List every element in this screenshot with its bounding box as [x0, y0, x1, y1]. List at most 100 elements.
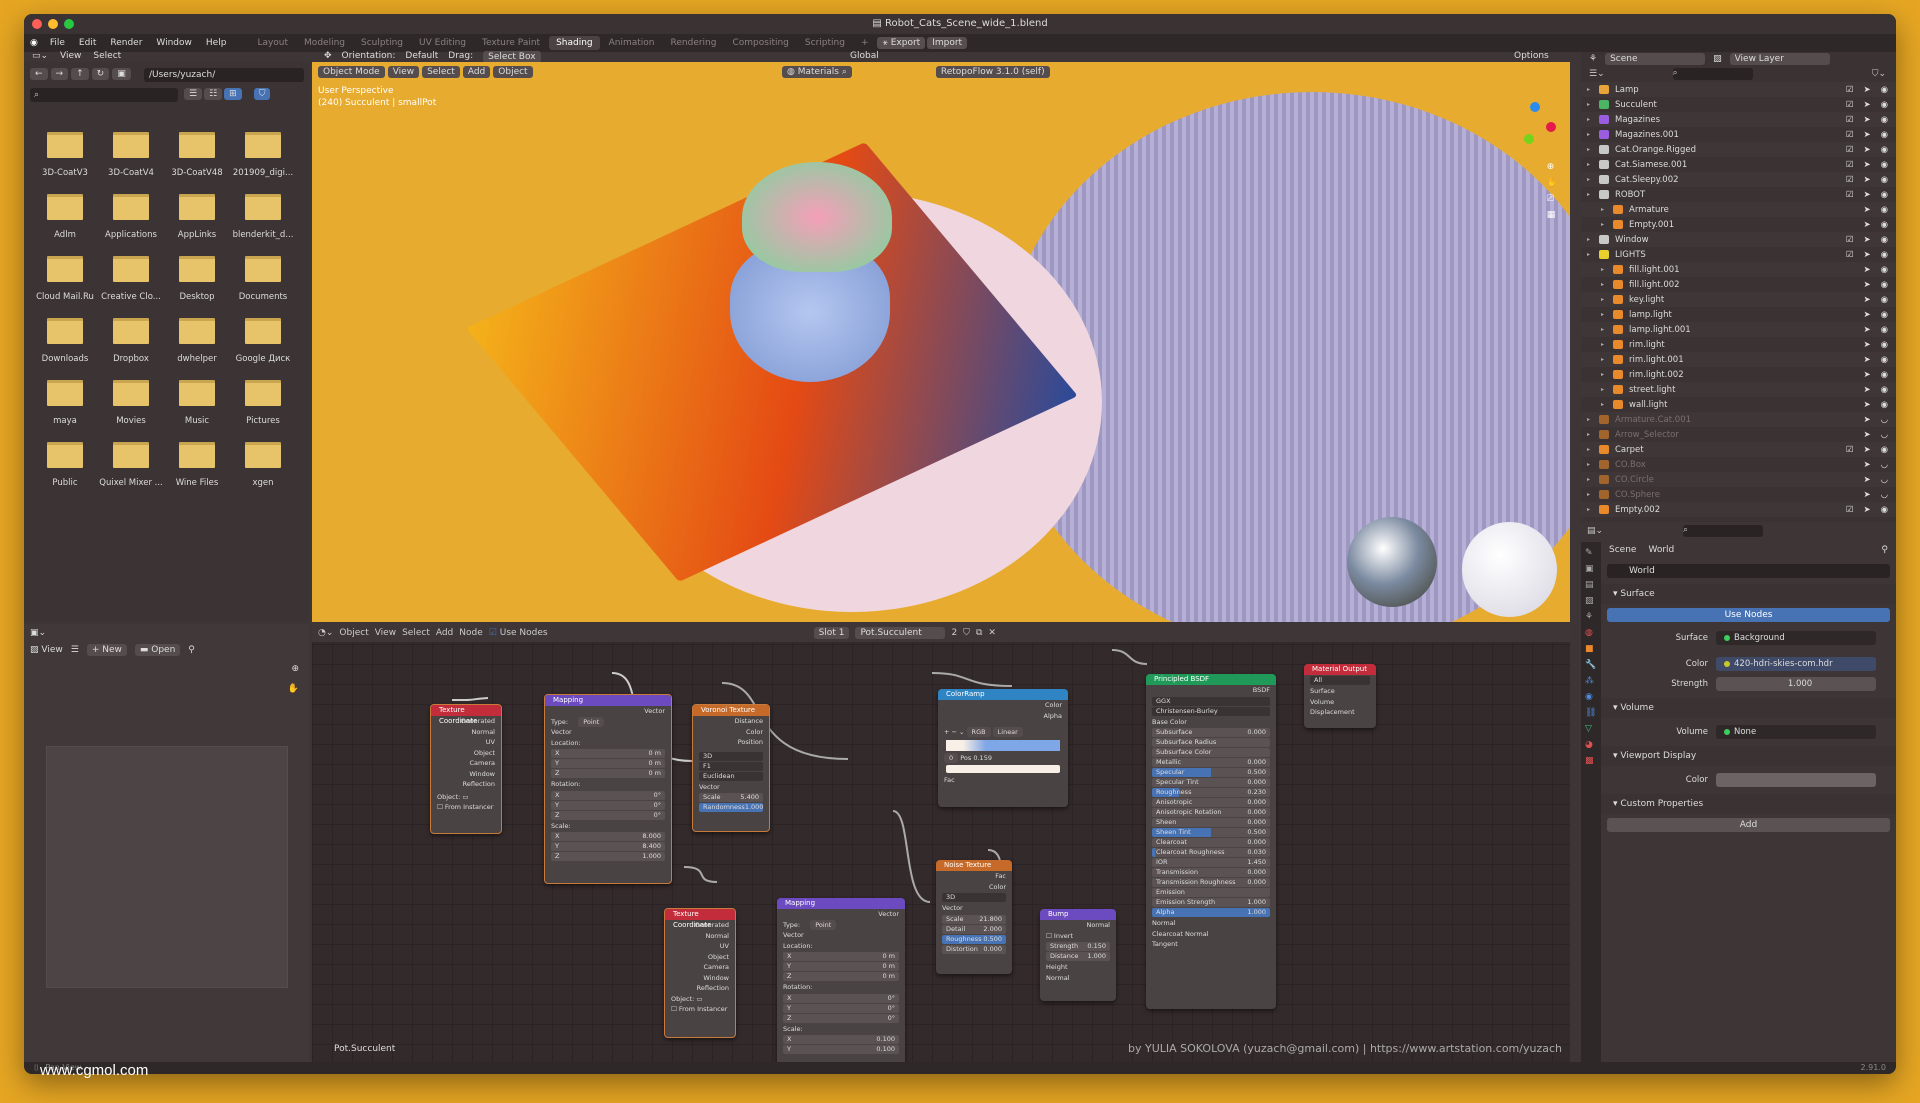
invert-checkbox[interactable]: ☐ Invert: [1040, 931, 1116, 942]
socket-out-reflection[interactable]: Reflection: [665, 983, 735, 994]
select-arrow-icon[interactable]: ➤: [1863, 385, 1870, 395]
visibility-eye-icon[interactable]: ◡: [1881, 475, 1888, 485]
navigation-gizmo[interactable]: [1516, 102, 1556, 144]
outliner-item[interactable]: ▸ lamp.light.001 ➤ ◉: [1581, 322, 1896, 337]
transform-orientation-dropdown[interactable]: Global: [850, 51, 879, 61]
outliner-item[interactable]: ▸ Cat.Sleepy.002 ☑ ➤ ◉: [1581, 172, 1896, 187]
select-arrow-icon[interactable]: ➤: [1863, 355, 1870, 365]
socket-in-base-color[interactable]: Base Color: [1146, 717, 1276, 728]
select-arrow-icon[interactable]: ➤: [1863, 145, 1870, 155]
folder-item[interactable]: Google Диск: [230, 318, 296, 364]
rot-y[interactable]: Y 0°: [783, 1003, 899, 1013]
expand-icon[interactable]: ▸: [1601, 311, 1613, 318]
exclude-checkbox[interactable]: ☑: [1846, 235, 1854, 245]
randomness-field[interactable]: Randomness 1.000: [699, 803, 763, 812]
socket-out-uv[interactable]: UV: [431, 737, 501, 748]
visibility-eye-icon[interactable]: ◉: [1881, 265, 1888, 275]
visibility-eye-icon[interactable]: ◉: [1881, 400, 1888, 410]
outliner-item[interactable]: ▸ Magazines ☑ ➤ ◉: [1581, 112, 1896, 127]
folder-item[interactable]: Documents: [230, 256, 296, 302]
folder-item[interactable]: Downloads: [32, 318, 98, 364]
socket-in-fac[interactable]: Fac: [938, 775, 1068, 786]
folder-item[interactable]: Public: [32, 442, 98, 488]
scale-x[interactable]: X 8.000: [551, 832, 665, 841]
ie-view-menu[interactable]: ▨ View: [30, 645, 63, 655]
socket-in-normal[interactable]: Normal: [1146, 918, 1276, 929]
open-image-button[interactable]: ▬ Open: [134, 644, 181, 656]
socket-out-uv[interactable]: UV: [665, 941, 735, 952]
expand-icon[interactable]: ▸: [1601, 266, 1613, 273]
exclude-checkbox[interactable]: ☑: [1846, 100, 1854, 110]
bsdf-subsurface-radius-field[interactable]: Subsurface Radius: [1152, 738, 1270, 747]
viewport-display-section[interactable]: ▾ Viewport Display: [1601, 746, 1896, 766]
physics-tab-icon[interactable]: ◉: [1585, 692, 1597, 702]
bsdf-sheen-tint-field[interactable]: Sheen Tint 0.500: [1152, 828, 1270, 837]
parent-dir-icon[interactable]: ↑: [71, 68, 89, 80]
socket-out-vector[interactable]: Vector: [777, 909, 905, 920]
outliner-item[interactable]: ▸ ROBOT ☑ ➤ ◉: [1581, 187, 1896, 202]
folder-item[interactable]: Desktop: [164, 256, 230, 302]
socket-out-normal[interactable]: Normal: [665, 931, 735, 942]
metric-dropdown[interactable]: Euclidean: [699, 771, 763, 781]
properties-type-icon[interactable]: ▤⌄: [1587, 526, 1603, 536]
bsdf-transmission-field[interactable]: Transmission 0.000: [1152, 868, 1270, 877]
noise-scale-field[interactable]: Scale 21.800: [942, 914, 1006, 924]
image-canvas[interactable]: [46, 746, 288, 988]
distance-field[interactable]: Distance 1.000: [1046, 952, 1110, 961]
vertical-list-icon[interactable]: ☰: [184, 88, 203, 100]
visibility-eye-icon[interactable]: ◉: [1881, 445, 1888, 455]
expand-icon[interactable]: ▸: [1587, 491, 1599, 498]
outliner-item[interactable]: ▸ Succulent ☑ ➤ ◉: [1581, 97, 1896, 112]
vp-menu-select[interactable]: Select: [422, 66, 460, 78]
visibility-eye-icon[interactable]: ◉: [1881, 310, 1888, 320]
outliner-item[interactable]: ▸ Lamp ☑ ➤ ◉: [1581, 82, 1896, 97]
fb-menu-select[interactable]: Select: [93, 51, 121, 61]
select-arrow-icon[interactable]: ➤: [1863, 400, 1870, 410]
bsdf-clearcoat-roughness-field[interactable]: Clearcoat Roughness 0.030: [1152, 848, 1270, 857]
custom-properties-section[interactable]: ▾ Custom Properties: [1601, 794, 1896, 814]
scale-y[interactable]: Y 0.100: [783, 1045, 899, 1054]
expand-icon[interactable]: ▸: [1587, 131, 1599, 138]
object-picker[interactable]: Object: ▭: [665, 994, 735, 1005]
horizontal-list-icon[interactable]: ☷: [204, 88, 223, 100]
refresh-icon[interactable]: ↻: [91, 68, 110, 80]
exclude-checkbox[interactable]: ☑: [1846, 505, 1854, 515]
expand-icon[interactable]: ▸: [1601, 221, 1613, 228]
bsdf-subsurface-color-field[interactable]: Subsurface Color: [1152, 748, 1270, 757]
color-mode-dropdown[interactable]: RGB: [966, 727, 991, 737]
pin-icon[interactable]: ⚲: [188, 645, 195, 655]
select-arrow-icon[interactable]: ➤: [1863, 265, 1870, 275]
tab-uv-editing[interactable]: UV Editing: [412, 36, 473, 50]
socket-out-color[interactable]: Color: [936, 882, 1012, 893]
minimize-button[interactable]: [48, 19, 58, 29]
node-mapping-2[interactable]: Mapping Vector Type: Point Vector Locati…: [777, 898, 905, 1062]
outliner-item[interactable]: ▸ street.light ➤ ◉: [1581, 382, 1896, 397]
visibility-eye-icon[interactable]: ◉: [1881, 370, 1888, 380]
expand-icon[interactable]: ▸: [1587, 191, 1599, 198]
rot-z[interactable]: Z 0°: [551, 810, 665, 820]
node-bump[interactable]: Bump Normal ☐ Invert Strength 0.150 Dista…: [1040, 909, 1116, 1001]
pin-icon[interactable]: ⚲: [1881, 545, 1888, 555]
bsdf-metallic-field[interactable]: Metallic 0.000: [1152, 758, 1270, 767]
exclude-checkbox[interactable]: ☑: [1846, 190, 1854, 200]
stop-position[interactable]: 0.159: [973, 754, 992, 762]
loc-y[interactable]: Y0 m: [783, 962, 899, 971]
viewport-color-swatch[interactable]: [1716, 773, 1876, 787]
mapping-type-dropdown[interactable]: Point: [810, 919, 837, 930]
select-arrow-icon[interactable]: ➤: [1863, 175, 1870, 185]
rot-z[interactable]: Z 0°: [783, 1013, 899, 1023]
outliner-search-input[interactable]: ⌕: [1672, 68, 1753, 80]
exclude-checkbox[interactable]: ☑: [1846, 160, 1854, 170]
visibility-eye-icon[interactable]: ◉: [1881, 175, 1888, 185]
world-selector[interactable]: World: [1607, 564, 1890, 578]
select-arrow-icon[interactable]: ➤: [1863, 295, 1870, 305]
bsdf-emission-field[interactable]: Emission: [1152, 888, 1270, 897]
from-instancer-checkbox[interactable]: ☐ From Instancer: [665, 1004, 735, 1015]
folder-item[interactable]: AppLinks: [164, 194, 230, 240]
exclude-checkbox[interactable]: ☑: [1846, 85, 1854, 95]
object-picker[interactable]: Object: ▭: [431, 792, 501, 803]
socket-in-vector[interactable]: Vector: [693, 782, 769, 793]
expand-icon[interactable]: ▸: [1601, 341, 1613, 348]
retopoflow-button[interactable]: RetopoFlow 3.1.0 (self): [935, 66, 1050, 78]
tab-texture-paint[interactable]: Texture Paint: [475, 36, 547, 50]
